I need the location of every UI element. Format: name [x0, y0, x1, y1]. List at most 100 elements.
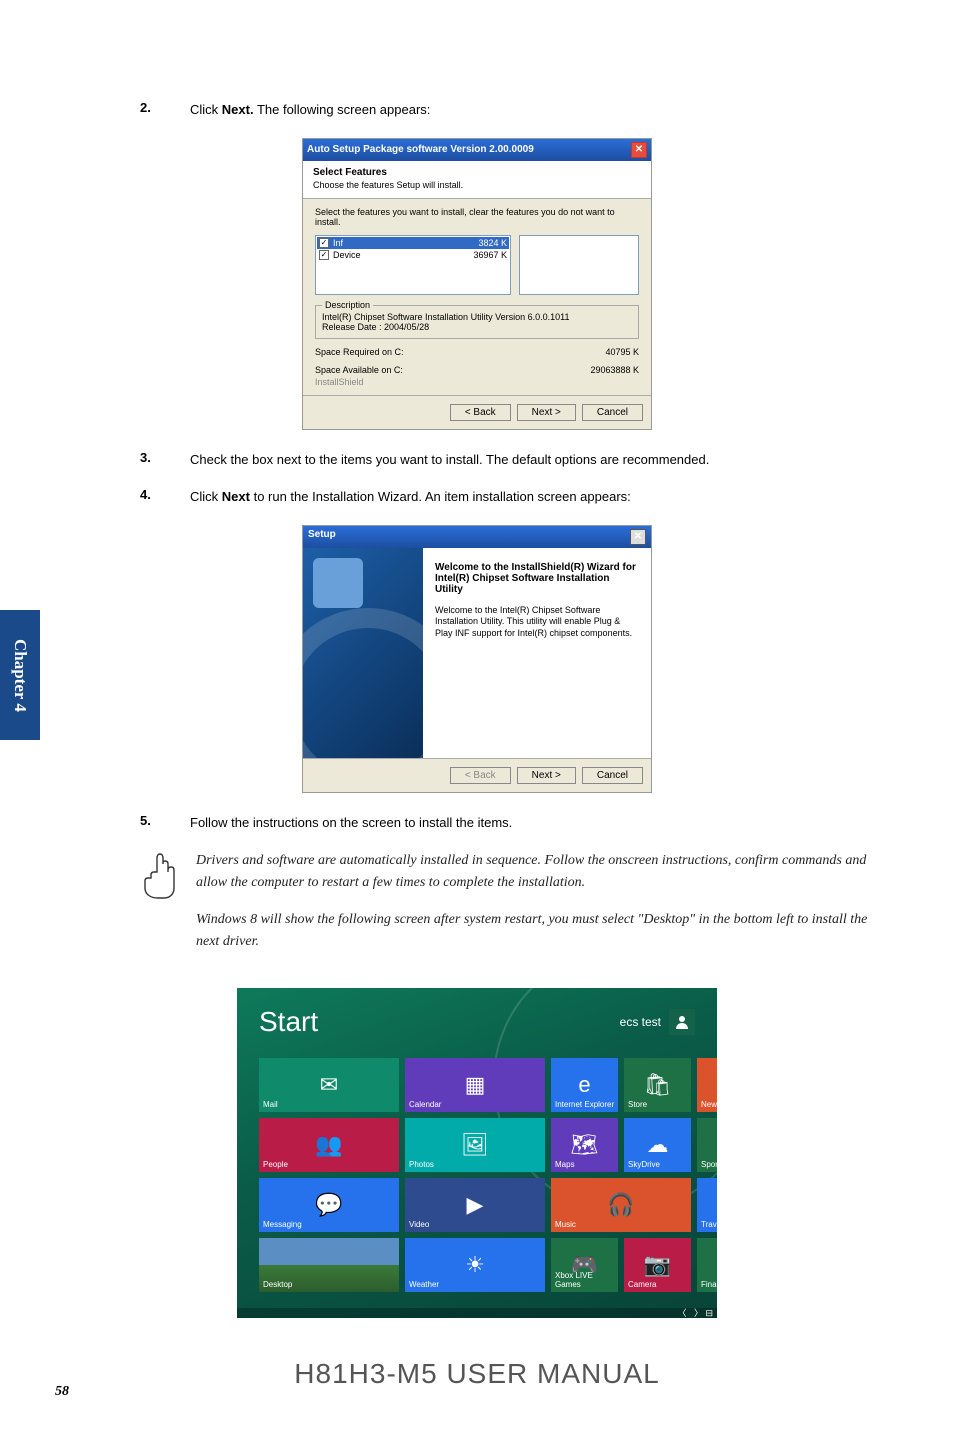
- instruction-text: Select the features you want to install,…: [315, 207, 639, 227]
- text: Click: [190, 102, 222, 117]
- select-features-subtitle: Choose the features Setup will install.: [313, 180, 641, 190]
- weather-icon: ☀: [465, 1252, 485, 1278]
- manual-title: H81H3-M5 USER MANUAL: [80, 1358, 874, 1390]
- tile-video[interactable]: ▶Video: [405, 1178, 545, 1232]
- people-icon: 👥: [315, 1132, 342, 1158]
- tile-label: Sports: [701, 1160, 717, 1169]
- feature-list[interactable]: ✓ Inf 3824 K ✓ Device 36967 K: [315, 235, 511, 295]
- installshield-brand: InstallShield: [315, 377, 639, 387]
- photos-icon: 🖼: [461, 1132, 489, 1158]
- step-text: Check the box next to the items you want…: [190, 450, 874, 470]
- step-4: 4. Click Next to run the Installation Wi…: [80, 487, 874, 507]
- description-line: Intel(R) Chipset Software Installation U…: [322, 312, 632, 322]
- auto-setup-dialog: Auto Setup Package software Version 2.00…: [302, 138, 652, 430]
- next-button[interactable]: Next >: [517, 767, 576, 784]
- preview-pane: [519, 235, 639, 295]
- tile-label: Messaging: [263, 1220, 302, 1229]
- dialog-title: Auto Setup Package software Version 2.00…: [307, 144, 534, 155]
- tile-label: Mail: [263, 1100, 278, 1109]
- close-icon[interactable]: ✕: [631, 142, 647, 158]
- cancel-button[interactable]: Cancel: [582, 767, 643, 784]
- tile-skydrive[interactable]: ☁SkyDrive: [624, 1118, 691, 1172]
- next-button[interactable]: Next >: [517, 404, 576, 421]
- text: Click: [190, 489, 222, 504]
- tile-news[interactable]: News: [697, 1058, 717, 1112]
- back-button: < Back: [450, 767, 511, 784]
- space-available-label: Space Available on C:: [315, 365, 403, 375]
- step-text: Follow the instructions on the screen to…: [190, 813, 874, 833]
- tile-label: Travel: [701, 1220, 717, 1229]
- checkbox-icon[interactable]: ✓: [319, 238, 329, 248]
- step-number: 4.: [140, 487, 170, 507]
- tile-travel[interactable]: Travel: [697, 1178, 717, 1232]
- text: to run the Installation Wizard. An item …: [250, 489, 631, 504]
- tile-mail[interactable]: ✉ Mail: [259, 1058, 399, 1112]
- tile-calendar[interactable]: ▦ Calendar: [405, 1058, 545, 1112]
- tile-music[interactable]: 🎧Music: [551, 1178, 691, 1232]
- tile-weather[interactable]: ☀Weather: [405, 1238, 545, 1292]
- description-line: Release Date : 2004/05/28: [322, 322, 632, 332]
- store-icon: 🛍: [644, 1072, 672, 1098]
- maps-icon: 🗺: [571, 1132, 599, 1158]
- feature-item-device[interactable]: ✓ Device 36967 K: [317, 249, 509, 261]
- tile-messaging[interactable]: 💬 Messaging: [259, 1178, 399, 1232]
- feature-name: Device: [333, 250, 361, 260]
- tile-label: SkyDrive: [628, 1160, 660, 1169]
- start-title: Start: [259, 1006, 318, 1038]
- mail-icon: ✉: [320, 1072, 338, 1098]
- feature-size: 36967 K: [473, 250, 507, 260]
- bold-text: Next: [222, 489, 250, 504]
- tile-label: Calendar: [409, 1100, 441, 1109]
- step-5: 5. Follow the instructions on the screen…: [80, 813, 874, 833]
- tile-store[interactable]: 🛍 Store: [624, 1058, 691, 1112]
- calendar-icon: ▦: [465, 1072, 486, 1098]
- tile-maps[interactable]: 🗺Maps: [551, 1118, 618, 1172]
- step-number: 2.: [140, 100, 170, 120]
- checkbox-icon[interactable]: ✓: [319, 250, 329, 260]
- tile-label: Store: [628, 1100, 647, 1109]
- scrollbar[interactable]: 〈 〉 ⊟: [237, 1308, 717, 1318]
- ie-icon: e: [578, 1072, 590, 1098]
- wizard-heading: Welcome to the InstallShield(R) Wizard f…: [435, 562, 639, 595]
- description-legend: Description: [322, 300, 373, 310]
- tile-ie[interactable]: eInternet Explorer: [551, 1058, 618, 1112]
- pointing-hand-icon: [140, 850, 180, 968]
- step-3: 3. Check the box next to the items you w…: [80, 450, 874, 470]
- wizard-paragraph: Welcome to the Intel(R) Chipset Software…: [435, 605, 639, 640]
- messaging-icon: 💬: [315, 1192, 342, 1218]
- bold-text: Next.: [222, 102, 254, 117]
- tile-sports[interactable]: Sports: [697, 1118, 717, 1172]
- close-icon[interactable]: ✕: [630, 529, 646, 545]
- tile-label: People: [263, 1160, 288, 1169]
- user-account[interactable]: ecs test: [620, 1009, 695, 1035]
- step-text: Click Next to run the Installation Wizar…: [190, 487, 874, 507]
- feature-size: 3824 K: [478, 238, 507, 248]
- space-required-value: 40795 K: [605, 347, 639, 357]
- step-number: 5.: [140, 813, 170, 833]
- user-name: ecs test: [620, 1015, 661, 1029]
- tile-games[interactable]: 🎮Xbox LIVE Games: [551, 1238, 618, 1292]
- chapter-tab: Chapter 4: [0, 610, 40, 740]
- setup-dialog: Setup ✕ Welcome to the InstallShield(R) …: [302, 525, 652, 793]
- tile-label: Camera: [628, 1280, 656, 1289]
- tile-label: Finance: [701, 1280, 717, 1289]
- user-icon: [669, 1009, 695, 1035]
- note-block: Drivers and software are automatically i…: [140, 850, 874, 968]
- tile-people[interactable]: 👥 People: [259, 1118, 399, 1172]
- description-box: Description Intel(R) Chipset Software In…: [315, 305, 639, 339]
- tile-photos[interactable]: 🖼 Photos: [405, 1118, 545, 1172]
- back-button[interactable]: < Back: [450, 404, 511, 421]
- note-paragraph: Drivers and software are automatically i…: [196, 850, 874, 895]
- tile-desktop[interactable]: Desktop: [259, 1238, 399, 1292]
- tile-camera[interactable]: 📷Camera: [624, 1238, 691, 1292]
- tile-label: Photos: [409, 1160, 434, 1169]
- step-2: 2. Click Next. The following screen appe…: [80, 100, 874, 120]
- step-text: Click Next. The following screen appears…: [190, 100, 874, 120]
- feature-item-inf[interactable]: ✓ Inf 3824 K: [317, 237, 509, 249]
- tile-finance[interactable]: Finance: [697, 1238, 717, 1292]
- select-features-title: Select Features: [313, 167, 641, 178]
- dialog-titlebar: Auto Setup Package software Version 2.00…: [303, 139, 651, 161]
- tile-label: Desktop: [263, 1280, 292, 1289]
- tile-label: Video: [409, 1220, 429, 1229]
- cancel-button[interactable]: Cancel: [582, 404, 643, 421]
